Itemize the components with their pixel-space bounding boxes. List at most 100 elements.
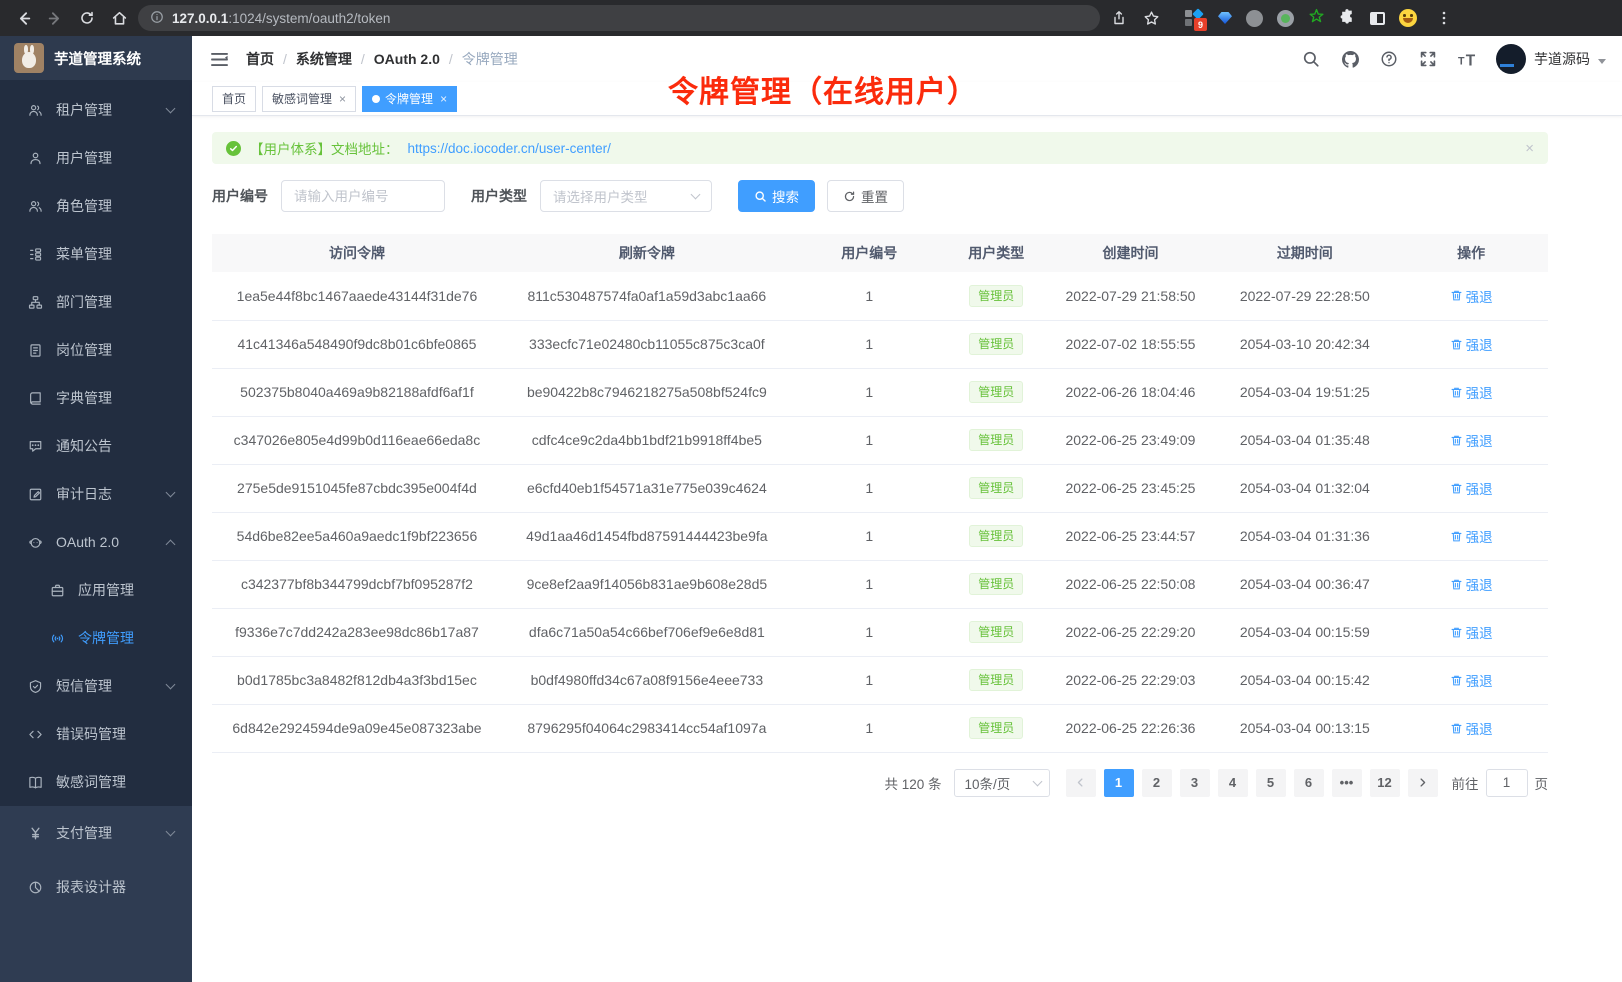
sidebar-item[interactable]: 岗位管理 [0, 326, 192, 374]
table-row: 6d842e2924594de9a09e45e087323abe 8796295… [212, 704, 1548, 752]
force-logout-button[interactable]: 强退 [1450, 382, 1493, 402]
sidebar-item[interactable]: 菜单管理 [0, 230, 192, 278]
force-logout-button[interactable]: 强退 [1450, 622, 1493, 642]
user-id-cell: 1 [792, 368, 947, 416]
page-button[interactable]: 2 [1142, 769, 1172, 797]
browser-home-icon[interactable] [106, 5, 132, 31]
gem-extension-icon[interactable] [1218, 12, 1232, 24]
sidebar-item[interactable]: 审计日志 [0, 470, 192, 518]
force-logout-button[interactable]: 强退 [1450, 430, 1493, 450]
green-dot-extension-icon[interactable] [1277, 10, 1294, 27]
alert-close-icon[interactable]: × [1525, 140, 1534, 157]
force-logout-button[interactable]: 强退 [1450, 670, 1493, 690]
page-button[interactable]: 12 [1370, 769, 1400, 797]
caret-down-icon [1598, 59, 1606, 64]
user-type-select[interactable]: 请选择用户类型 [540, 180, 712, 212]
created-time-cell: 2022-06-25 22:29:20 [1046, 608, 1216, 656]
sidebar-menu: 租户管理 用户管理 角色管理 菜单管理 [0, 80, 192, 914]
sidebar-item[interactable]: 角色管理 [0, 182, 192, 230]
breadcrumb-item[interactable]: 令牌管理 / [462, 49, 518, 69]
share-icon[interactable] [1106, 5, 1132, 31]
font-size-icon[interactable]: TT [1457, 49, 1477, 69]
gray-extension-icon[interactable] [1246, 10, 1263, 27]
sidebar-collapse-icon[interactable] [208, 48, 230, 70]
breadcrumb-item[interactable]: OAuth 2.0 / [374, 51, 462, 67]
page-button[interactable]: 1 [1104, 769, 1134, 797]
sidebar-item[interactable]: 报表设计器 [0, 860, 192, 914]
browser-reload-icon[interactable] [74, 5, 100, 31]
sidebar-item[interactable]: 部门管理 [0, 278, 192, 326]
browser-menu-kebab-icon[interactable] [1431, 5, 1457, 31]
split-screen-icon[interactable] [1370, 12, 1385, 25]
user-type-cell: 管理员 [947, 608, 1046, 656]
url-host: 127.0.0.1 [172, 11, 228, 26]
goto-page-input[interactable] [1486, 769, 1528, 797]
page-button[interactable]: 4 [1218, 769, 1248, 797]
created-time-cell: 2022-07-29 21:58:50 [1046, 272, 1216, 320]
browser-back-icon[interactable] [10, 5, 36, 31]
user-avatar [1496, 44, 1526, 74]
sidebar-item-label: 审计日志 [56, 484, 112, 504]
sidebar-item[interactable]: 支付管理 [0, 806, 192, 860]
refresh-token-cell: 811c530487574fa0af1a59d3abc1aa66 [502, 272, 792, 320]
search-button[interactable]: 搜索 [738, 180, 815, 212]
help-icon[interactable] [1379, 49, 1399, 69]
fullscreen-icon[interactable] [1418, 49, 1438, 69]
page-tab[interactable]: 首页 × [212, 86, 256, 112]
page-size-select[interactable]: 10条/页 [954, 769, 1050, 797]
doc-link[interactable]: https://doc.iocoder.cn/user-center/ [408, 141, 611, 156]
force-logout-button[interactable]: 强退 [1450, 334, 1493, 354]
sensitive-book-icon [27, 774, 43, 790]
page-button[interactable]: 3 [1180, 769, 1210, 797]
breadcrumb-item[interactable]: 系统管理 / [296, 49, 374, 69]
user-name: 芋道源码 [1534, 49, 1590, 69]
sidebar-item[interactable]: 通知公告 [0, 422, 192, 470]
force-logout-button[interactable]: 强退 [1450, 574, 1493, 594]
sidebar-item[interactable]: 租户管理 [0, 86, 192, 134]
profile-emoji-icon[interactable] [1399, 9, 1417, 27]
svg-text:T: T [1465, 52, 1475, 69]
page-tab[interactable]: 敏感词管理 × [262, 86, 356, 112]
address-bar[interactable]: 127.0.0.1:1024/system/oauth2/token [138, 5, 1100, 31]
sidebar-item[interactable]: 令牌管理 [0, 614, 192, 662]
next-page-button[interactable] [1408, 769, 1438, 797]
user-type-cell: 管理员 [947, 704, 1046, 752]
user-type-badge: 管理员 [969, 429, 1023, 451]
search-icon[interactable] [1301, 49, 1321, 69]
sidebar-item[interactable]: OAuth 2.0 [0, 518, 192, 566]
sidebar-item[interactable]: 短信管理 [0, 662, 192, 710]
green-star-extension-icon[interactable] [1308, 8, 1325, 28]
page-tab[interactable]: 令牌管理 × [362, 86, 457, 112]
force-logout-button[interactable]: 强退 [1450, 478, 1493, 498]
table-row: 1ea5e44f8bc1467aaede43144f31de76 811c530… [212, 272, 1548, 320]
force-logout-button[interactable]: 强退 [1450, 286, 1493, 306]
user-id-input[interactable] [281, 180, 445, 212]
sidebar-item[interactable]: 字典管理 [0, 374, 192, 422]
tab-close-icon[interactable]: × [339, 92, 346, 106]
breadcrumb-item[interactable]: 首页 / [246, 49, 296, 69]
chevron-down-icon [691, 190, 701, 200]
filter-form: 用户编号 用户类型 请选择用户类型 搜索 重置 [212, 180, 1548, 212]
bookmark-star-icon[interactable] [1138, 5, 1164, 31]
navbar-actions: TT 芋道源码 [1301, 44, 1606, 74]
extension-blocks-icon[interactable]: 9 [1184, 8, 1204, 28]
sidebar-item[interactable]: 应用管理 [0, 566, 192, 614]
app-logo-row[interactable]: 芋道管理系统 [0, 36, 192, 80]
page-button[interactable]: 6 [1294, 769, 1324, 797]
browser-forward-icon[interactable] [42, 5, 68, 31]
chevron-icon [166, 104, 176, 114]
github-icon[interactable] [1340, 49, 1360, 69]
sidebar-item[interactable]: 敏感词管理 [0, 758, 192, 806]
page-button[interactable]: ••• [1332, 769, 1362, 797]
force-logout-button[interactable]: 强退 [1450, 718, 1493, 738]
reset-button[interactable]: 重置 [827, 180, 904, 212]
puzzle-extensions-icon[interactable] [1339, 8, 1356, 28]
sidebar-item[interactable]: 用户管理 [0, 134, 192, 182]
prev-page-button[interactable] [1066, 769, 1096, 797]
tab-close-icon[interactable]: × [440, 92, 447, 106]
site-info-icon[interactable] [150, 10, 164, 27]
force-logout-button[interactable]: 强退 [1450, 526, 1493, 546]
user-menu[interactable]: 芋道源码 [1496, 44, 1606, 74]
sidebar-item[interactable]: 错误码管理 [0, 710, 192, 758]
page-button[interactable]: 5 [1256, 769, 1286, 797]
